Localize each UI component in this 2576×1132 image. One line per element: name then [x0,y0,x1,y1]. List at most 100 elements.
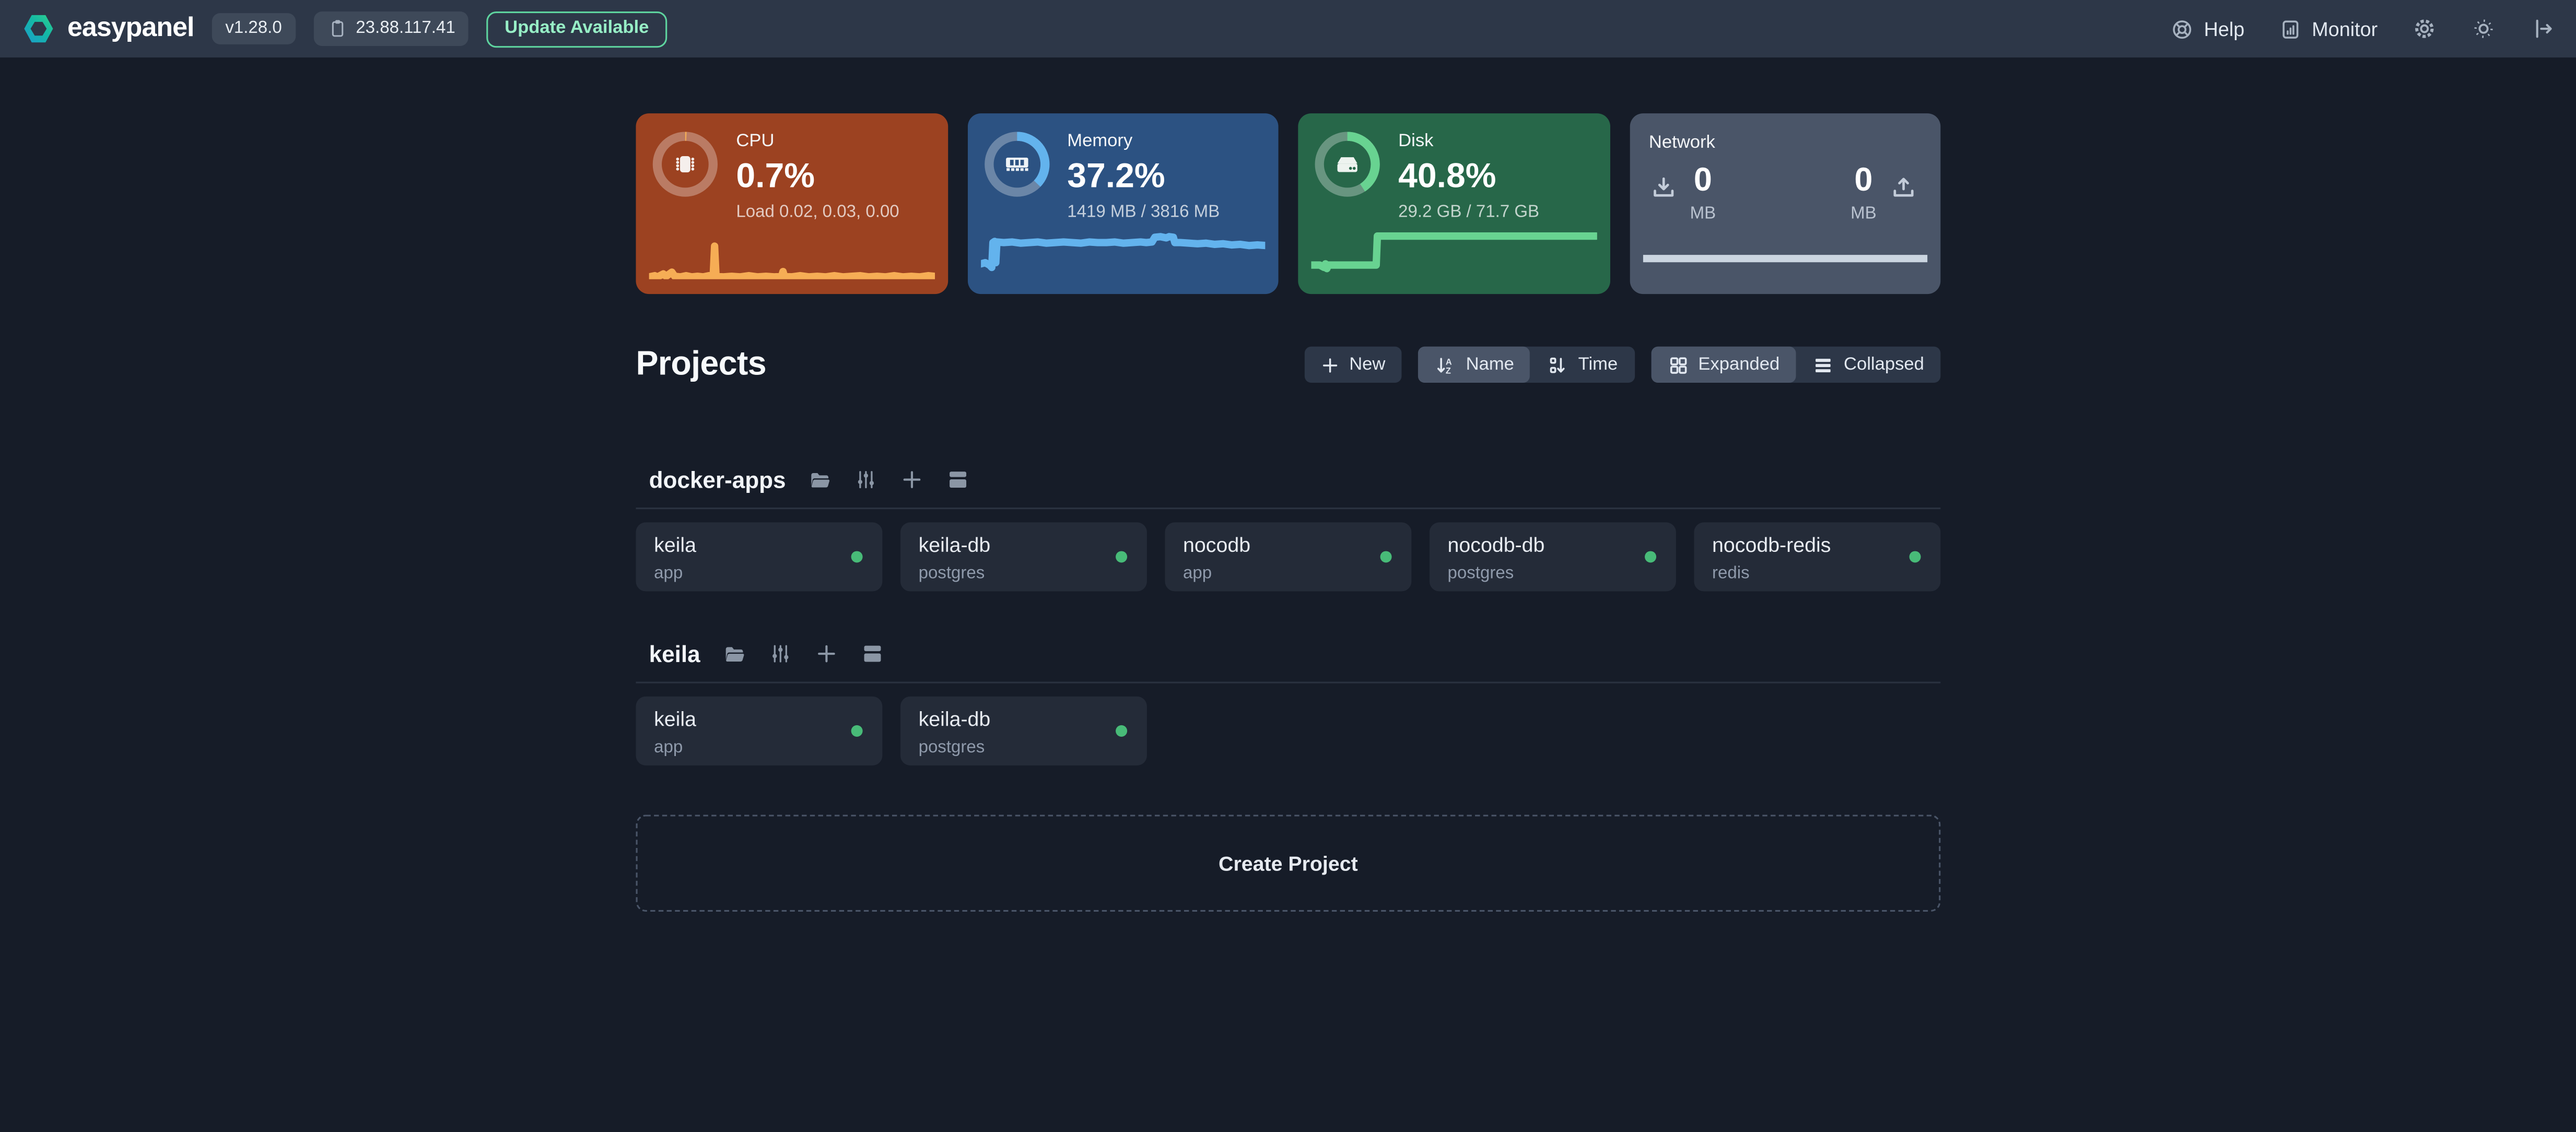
disk-gauge [1315,132,1380,197]
sort-by-time-button[interactable]: Time [1530,347,1634,383]
logout-icon[interactable] [2531,16,2555,41]
memory-value: 37.2% [1067,157,1220,195]
service-card[interactable]: nocodb-db postgres [1430,522,1676,591]
disk-value: 40.8% [1398,157,1539,195]
sliders-icon[interactable] [769,642,792,665]
memory-card: Memory 37.2% 1419 MB / 3816 MB [967,113,1278,294]
stats-row: CPU 0.7% Load 0.02, 0.03, 0.00 [636,113,1940,294]
sort-by-name-button[interactable]: A Z Name [1418,347,1530,383]
help-button[interactable]: Help [2171,17,2245,40]
service-name: keila-db [919,708,1129,733]
view-collapsed-button[interactable]: Collapsed [1796,347,1941,383]
plus-icon [1321,356,1340,374]
disk-title: Disk [1398,132,1539,154]
ram-icon [983,132,1049,197]
brand-name: easypanel [67,13,194,44]
view-expanded-button[interactable]: Expanded [1650,347,1796,383]
service-name: nocodb [1183,534,1394,558]
service-type: redis [1712,563,1923,583]
service-type: postgres [919,563,1129,583]
layout-template-icon[interactable] [947,468,970,491]
network-card: Network 0 MB [1629,113,1940,294]
status-dot [1380,551,1392,562]
download-value: 0 [1694,162,1712,198]
layout-template-icon[interactable] [861,642,884,665]
theme-sun-icon[interactable] [2471,16,2496,41]
main-content: CPU 0.7% Load 0.02, 0.03, 0.00 [636,57,1940,912]
svg-text:A: A [1446,357,1452,366]
status-dot [1645,551,1656,562]
service-card[interactable]: keila app [636,522,882,591]
service-card[interactable]: nocodb app [1165,522,1411,591]
service-grid: keila app keila-db postgres nocodb app n… [636,522,1940,591]
cpu-card: CPU 0.7% Load 0.02, 0.03, 0.00 [636,113,947,294]
group-divider [636,682,1940,683]
folder-open-icon[interactable] [723,642,746,665]
bars-arrow-down-icon [1547,354,1568,375]
memory-title: Memory [1067,132,1220,154]
projects-toolbar: New A Z Name [1305,347,1940,383]
easypanel-logo-icon [21,11,56,46]
sort-toggle: A Z Name [1418,347,1634,383]
service-type: app [654,563,864,583]
service-type: postgres [919,738,1129,758]
cpu-value: 0.7% [736,157,899,195]
status-dot [851,551,863,562]
clipboard-icon [326,18,348,40]
sliders-icon[interactable] [855,468,878,491]
service-grid: keila app keila-db postgres [636,697,1940,765]
folder-open-icon[interactable] [809,468,832,491]
service-type: app [1183,563,1394,583]
brand[interactable]: easypanel [21,11,194,46]
service-card[interactable]: keila-db postgres [900,697,1147,765]
cpu-title: CPU [736,132,899,154]
sort-alpha-down-icon: A Z [1435,354,1456,375]
service-card[interactable]: keila app [636,697,882,765]
status-dot [1910,551,1921,562]
project-name[interactable]: keila [649,641,700,667]
server-ip-badge[interactable]: 23.88.117.41 [313,11,468,46]
service-name: keila [654,708,864,733]
update-available-button[interactable]: Update Available [486,10,667,46]
status-dot [1116,725,1127,737]
monitor-chart-icon [2279,17,2302,40]
network-sparkline [1642,220,1927,279]
cpu-load: Load 0.02, 0.03, 0.00 [736,202,899,221]
network-upload: 0 MB [1851,162,1917,223]
disk-card: Disk 40.8% 29.2 GB / 71.7 GB [1298,113,1609,294]
group-divider [636,508,1940,509]
create-project-button[interactable]: Create Project [636,815,1940,912]
projects-header: Projects New [636,345,1940,385]
version-badge: v1.28.0 [212,14,295,44]
memory-gauge [983,132,1049,197]
add-service-plus-icon[interactable] [815,642,838,665]
settings-gear-icon[interactable] [2412,16,2437,41]
upload-icon [1890,162,1917,223]
svg-text:Z: Z [1446,365,1451,375]
service-type: postgres [1448,563,1658,583]
project-groups: docker-apps [636,466,1940,765]
new-project-button[interactable]: New [1305,347,1402,383]
drive-icon [1315,132,1380,197]
service-card[interactable]: keila-db postgres [900,522,1147,591]
network-download: 0 MB [1649,162,1716,223]
disk-usage: 29.2 GB / 71.7 GB [1398,202,1539,221]
list-rows-icon [1812,354,1834,375]
cpu-sparkline [649,220,934,279]
cpu-gauge [652,132,718,197]
memory-usage: 1419 MB / 3816 MB [1067,202,1220,221]
add-service-plus-icon[interactable] [901,468,924,491]
lifebuoy-icon [2171,17,2194,40]
monitor-button[interactable]: Monitor [2279,17,2378,40]
view-toggle: Expanded Collapsed [1650,347,1940,383]
service-name: nocodb-db [1448,534,1658,558]
service-name: keila-db [919,534,1129,558]
network-title: Network [1646,130,1924,153]
service-name: nocodb-redis [1712,534,1923,558]
service-name: keila [654,534,864,558]
service-card[interactable]: nocodb-redis redis [1694,522,1940,591]
app-root: easypanel v1.28.0 23.88.117.41 Update Av… [0,0,2576,1132]
project-name[interactable]: docker-apps [649,466,786,492]
service-type: app [654,738,864,758]
top-nav: easypanel v1.28.0 23.88.117.41 Update Av… [0,0,2576,57]
